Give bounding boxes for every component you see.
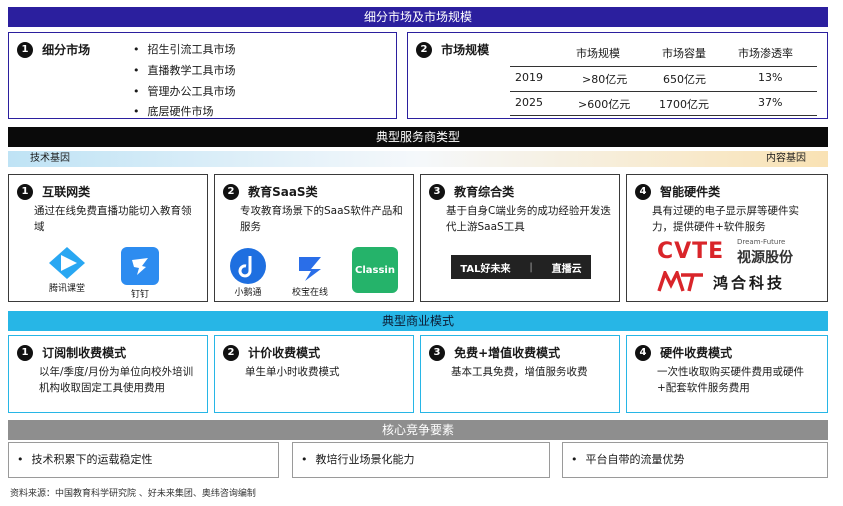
- provider-section-bar: 典型服务商类型: [8, 127, 828, 147]
- market-title: 市场规模: [441, 43, 490, 57]
- segment-item: 底层硬件市场: [133, 103, 214, 119]
- tal-logo: TAL好未来 | 直播云: [451, 255, 591, 279]
- provider-number: 4: [635, 183, 651, 200]
- col-penetration: 市场渗透率: [738, 47, 793, 60]
- model-title: 免费+增值收费模式: [454, 346, 561, 360]
- source-note: 资料来源：中国教育科学研究院 、好未来集团、奥纬咨询编制: [10, 489, 256, 499]
- honghe-text: 鸿合科技: [713, 273, 786, 292]
- market-section-bar: 细分市场及市场规模: [8, 7, 828, 27]
- tencent-classroom-logo: 腾讯课堂: [47, 245, 87, 294]
- tencent-classroom-icon: [49, 247, 85, 279]
- gene-gradient: 技术基因 内容基因: [8, 151, 828, 167]
- segments-number: 1: [17, 41, 33, 58]
- provider-number: 1: [17, 183, 33, 200]
- provider-card: 2 教育SaaS类 专攻教育场景下的SaaS软件产品和服务 小鹅通 校宝在线 C…: [214, 174, 414, 302]
- table-rule: [510, 66, 817, 67]
- provider-number: 3: [429, 183, 445, 200]
- classin-logo: Classin: [352, 247, 398, 293]
- model-number: 2: [223, 344, 239, 361]
- provider-card: 4 智能硬件类 具有过硬的电子显示屏等硬件实力，提供硬件+软件服务 CVTE D…: [626, 174, 828, 302]
- provider-desc: 具有过硬的电子显示屏等硬件实力，提供硬件+软件服务: [652, 205, 799, 233]
- segment-item: 管理办公工具市场: [133, 83, 236, 99]
- provider-desc: 通过在线免费直播功能切入教育领域: [34, 205, 192, 233]
- row-capacity: 650亿元: [663, 73, 706, 86]
- provider-title: 教育综合类: [454, 185, 515, 199]
- col-capacity: 市场容量: [662, 47, 706, 60]
- xiaoetong-icon: [230, 248, 266, 284]
- provider-card: 1 互联网类 通过在线免费直播功能切入教育领域 腾讯课堂 钉钉: [8, 174, 208, 302]
- market-number: 2: [416, 41, 432, 58]
- cvte-logo: CVTE: [657, 239, 725, 264]
- dingtalk-logo: 钉钉: [121, 247, 159, 300]
- row-year: 2025: [515, 96, 543, 109]
- model-number: 1: [17, 344, 33, 361]
- segment-item: 直播教学工具市场: [133, 62, 236, 78]
- row-size: >80亿元: [582, 73, 628, 86]
- core-factor: 技术积累下的运载稳定性: [8, 442, 279, 478]
- xiaobao-icon: [299, 257, 321, 281]
- model-desc: 一次性收取购买硬件费用或硬件+配套软件服务费用: [657, 366, 804, 394]
- segments-box: 1 细分市场 招生引流工具市场 直播教学工具市场 管理办公工具市场 底层硬件市场: [8, 32, 397, 119]
- model-card: 1 订阅制收费模式 以年/季度/月份为单位向校外培训机构收取固定工具使用费用: [8, 335, 208, 413]
- table-rule: [510, 91, 817, 92]
- segment-item: 招生引流工具市场: [133, 41, 236, 57]
- zhiboyun-logo-text: 直播云: [551, 263, 582, 275]
- table-rule: [510, 115, 817, 116]
- model-card: 4 硬件收费模式 一次性收取购买硬件费用或硬件+配套软件服务费用: [626, 335, 828, 413]
- col-market-size: 市场规模: [576, 47, 620, 60]
- xiaobao-logo: 校宝在线: [291, 247, 329, 298]
- shiyuan-logo: 视源股份: [737, 250, 793, 266]
- honghe-logo: 鸿合科技: [657, 271, 785, 293]
- logo-caption: 校宝在线: [291, 288, 328, 298]
- provider-card: 3 教育综合类 基于自身C端业务的成功经验开发迭代上游SaaS工具 TAL好未来…: [420, 174, 620, 302]
- row-size: >600亿元: [578, 98, 631, 111]
- business-section-bar: 典型商业模式: [8, 311, 828, 331]
- logo-caption: 腾讯课堂: [48, 284, 85, 294]
- logo-caption: 钉钉: [130, 290, 149, 300]
- row-capacity: 1700亿元: [659, 98, 709, 111]
- provider-title: 智能硬件类: [660, 185, 721, 199]
- provider-number: 2: [223, 183, 239, 200]
- model-desc: 单生单小时收费模式: [245, 366, 340, 378]
- xiaoetong-logo: 小鹅通: [229, 247, 267, 298]
- provider-title: 互联网类: [42, 185, 91, 199]
- provider-desc: 专攻教育场景下的SaaS软件产品和服务: [240, 205, 403, 233]
- model-card: 3 免费+增值收费模式 基本工具免费，增值服务收费: [420, 335, 620, 413]
- model-desc: 以年/季度/月份为单位向校外培训机构收取固定工具使用费用: [39, 366, 194, 394]
- logo-caption: 小鹅通: [234, 288, 262, 298]
- provider-title: 教育SaaS类: [248, 185, 318, 199]
- core-factor: 教培行业场景化能力: [292, 442, 550, 478]
- dingtalk-icon: [121, 247, 159, 285]
- model-desc: 基本工具免费，增值服务收费: [451, 366, 588, 378]
- model-card: 2 计价收费模式 单生单小时收费模式: [214, 335, 414, 413]
- model-title: 订阅制收费模式: [42, 346, 127, 360]
- model-number: 3: [429, 344, 445, 361]
- core-section-bar: 核心竞争要素: [8, 420, 828, 440]
- classin-icon: Classin: [352, 247, 398, 293]
- honghe-icon: [657, 271, 703, 292]
- model-number: 4: [635, 344, 651, 361]
- model-title: 硬件收费模式: [660, 346, 733, 360]
- provider-desc: 基于自身C端业务的成功经验开发迭代上游SaaS工具: [446, 205, 611, 233]
- market-size-box: 2 市场规模 市场规模 市场容量 市场渗透率 2019 >80亿元 650亿元 …: [407, 32, 828, 119]
- core-factor: 平台自带的流量优势: [562, 442, 828, 478]
- dream-future-tag: Dream-Future: [737, 238, 786, 246]
- model-title: 计价收费模式: [248, 346, 321, 360]
- row-year: 2019: [515, 71, 543, 84]
- tech-gene-label: 技术基因: [30, 153, 70, 164]
- content-gene-label: 内容基因: [766, 153, 806, 164]
- row-rate: 37%: [758, 96, 783, 109]
- segments-title: 细分市场: [42, 43, 91, 57]
- row-rate: 13%: [758, 71, 783, 84]
- tal-logo-text: TAL好未来: [460, 263, 511, 275]
